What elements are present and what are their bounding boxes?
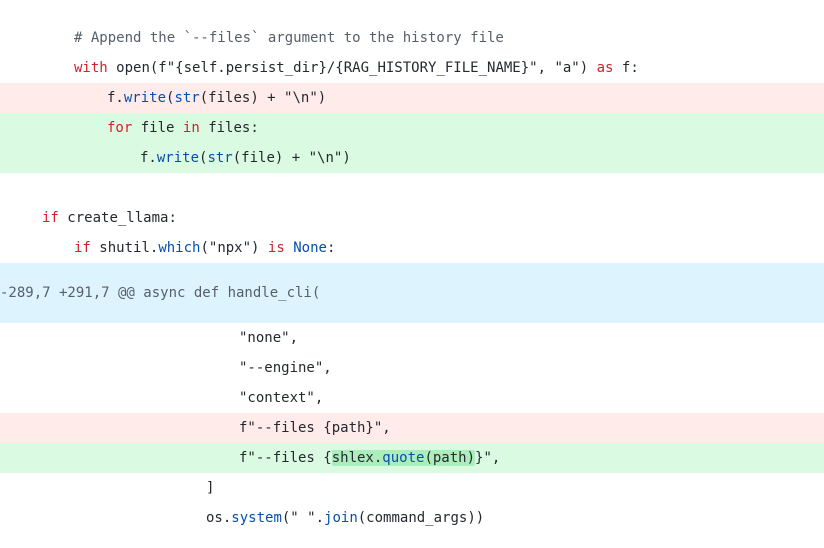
code-keyword: with xyxy=(74,60,108,76)
code-text: (command_args)) xyxy=(357,510,485,526)
code-keyword: in xyxy=(182,120,200,136)
diff-line-context: with open(f"{self.persist_dir}/{RAG_HIST… xyxy=(0,53,824,83)
code-keyword: if xyxy=(74,240,91,256)
code-keyword: is xyxy=(267,240,285,256)
code-diff-view: # Append the `--files` argument to the h… xyxy=(0,0,824,548)
code-text: : xyxy=(326,240,336,256)
code-text: shlex. xyxy=(331,450,383,466)
diff-word-highlight: shlex.quote(path) xyxy=(331,450,476,466)
code-text: os. xyxy=(206,510,232,526)
code-text: (files) + "\n") xyxy=(199,90,327,106)
code-string: f"--files {path}", xyxy=(239,420,391,436)
code-comment: # Append the `--files` argument to the h… xyxy=(74,30,504,46)
code-function: join xyxy=(324,510,358,526)
diff-line-context: ] xyxy=(0,473,824,503)
code-string: "context", xyxy=(239,390,324,406)
code-string: f"--files { xyxy=(239,450,332,466)
diff-line-deleted: f.write(str(files) + "\n") xyxy=(0,83,824,113)
code-function: str xyxy=(207,150,233,166)
code-function: str xyxy=(174,90,200,106)
code-text: ] xyxy=(206,480,215,496)
code-text: shutil. xyxy=(99,240,159,256)
code-fstring: (f"{self.persist_dir}/{RAG_HISTORY_FILE_… xyxy=(149,60,589,76)
diff-line-context: # Append the `--files` argument to the h… xyxy=(0,23,824,53)
code-text: files: xyxy=(208,120,259,136)
code-function: write xyxy=(156,150,200,166)
diff-line-context: if shutil.which("npx") is None: xyxy=(0,233,824,263)
diff-line-context: "context", xyxy=(0,383,824,413)
code-string: "--engine", xyxy=(239,360,332,376)
diff-line-blank xyxy=(0,173,824,203)
diff-line-context: os.system(" ".join(command_args)) xyxy=(0,503,824,533)
code-text: (" ". xyxy=(281,510,325,526)
code-function: write xyxy=(123,90,167,106)
code-text: ("npx") xyxy=(200,240,260,256)
code-text: f. xyxy=(140,150,157,166)
code-text: create_llama: xyxy=(67,210,177,226)
code-text: (file) + "\n") xyxy=(232,150,351,166)
code-keyword: as xyxy=(596,60,614,76)
code-string: "none", xyxy=(239,330,299,346)
code-keyword: if xyxy=(42,210,59,226)
code-function: open xyxy=(116,60,150,76)
diff-line-context: if create_llama: xyxy=(0,203,824,233)
code-text: f: xyxy=(621,60,639,76)
code-text: file xyxy=(140,120,175,136)
diff-line-added: for file in files: xyxy=(0,113,824,143)
code-constant: None xyxy=(293,240,327,256)
diff-line-deleted: f"--files {path}", xyxy=(0,413,824,443)
code-string: }", xyxy=(475,450,501,466)
code-function: system xyxy=(231,510,282,526)
code-text: f. xyxy=(107,90,124,106)
diff-line-context: "none", xyxy=(0,323,824,353)
diff-line-added: f.write(str(file) + "\n") xyxy=(0,143,824,173)
code-text: (path) xyxy=(424,450,476,466)
diff-line-added: f"--files {shlex.quote(path)}", xyxy=(0,443,824,473)
diff-hunk-header[interactable]: -289,7 +291,7 @@ async def handle_cli( xyxy=(0,263,824,323)
diff-line-context: "--engine", xyxy=(0,353,824,383)
code-function: which xyxy=(158,240,201,256)
code-keyword: for xyxy=(107,120,133,136)
code-function: quote xyxy=(382,450,425,466)
